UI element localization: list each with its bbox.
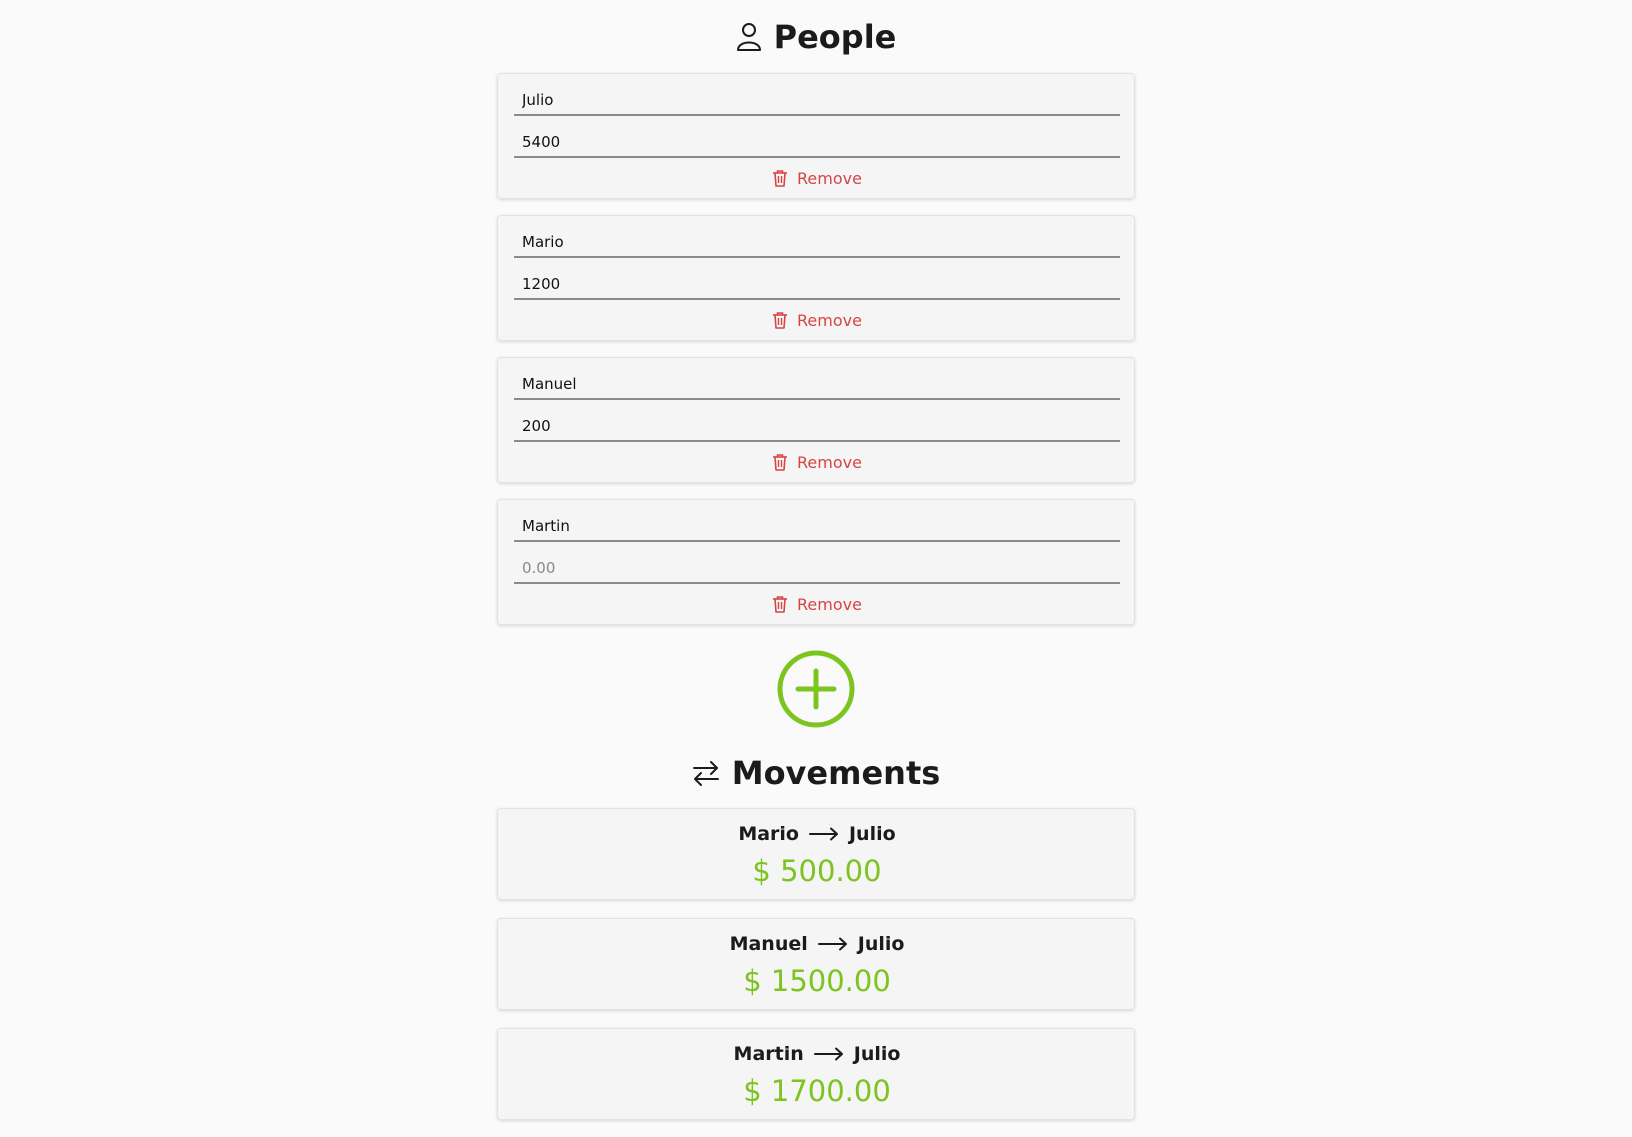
swap-arrows-icon [692,759,720,787]
person-amount-field[interactable] [514,554,1120,584]
person-amount-input[interactable] [514,554,1120,582]
person-name-field[interactable] [514,512,1120,542]
movement-amount: $ 1700.00 [743,1074,891,1108]
movement-from: Mario [738,823,799,845]
trash-icon [772,453,788,471]
person-amount-input[interactable] [514,128,1120,156]
remove-person-button[interactable]: Remove [498,451,1136,473]
movement-to: Julio [853,1043,901,1065]
person-name-field[interactable] [514,86,1120,116]
trash-icon [772,311,788,329]
remove-label: Remove [797,168,862,188]
person-amount-input[interactable] [514,412,1120,440]
people-title: People [773,18,897,56]
person-amount-field[interactable] [514,412,1120,442]
trash-icon [772,595,788,613]
movement-amount: $ 1500.00 [743,964,891,998]
movement-amount: $ 500.00 [752,854,882,888]
movement-parties: Martin Julio [498,1041,1136,1067]
person-amount-input[interactable] [514,270,1120,298]
movement-card: Manuel Julio $ 1500.00 [497,918,1135,1010]
movement-card: Mario Julio $ 500.00 [497,808,1135,900]
person-name-field[interactable] [514,228,1120,258]
person-amount-field[interactable] [514,128,1120,158]
movement-from: Martin [733,1043,804,1065]
plus-circle-icon [777,650,855,728]
person-card: Remove [497,357,1135,483]
movement-parties: Manuel Julio [498,931,1136,957]
person-name-input[interactable] [514,512,1120,540]
movement-from: Manuel [729,933,808,955]
people-header: People [0,15,1632,59]
movement-to: Julio [857,933,905,955]
trash-icon [772,169,788,187]
remove-person-button[interactable]: Remove [498,309,1136,331]
person-name-input[interactable] [514,370,1120,398]
movement-card: Martin Julio $ 1700.00 [497,1028,1135,1120]
remove-person-button[interactable]: Remove [498,593,1136,615]
person-name-input[interactable] [514,228,1120,256]
person-name-field[interactable] [514,370,1120,400]
remove-label: Remove [797,452,862,472]
person-card: Remove [497,215,1135,341]
movements-header: Movements [0,751,1632,795]
movement-parties: Mario Julio [498,821,1136,847]
movement-to: Julio [848,823,896,845]
person-card: Remove [497,499,1135,625]
movements-title: Movements [731,754,941,792]
remove-person-button[interactable]: Remove [498,167,1136,189]
person-name-input[interactable] [514,86,1120,114]
arrow-right-icon [808,827,839,841]
remove-label: Remove [797,594,862,614]
person-card: Remove [497,73,1135,199]
arrow-right-icon [813,1047,844,1061]
remove-label: Remove [797,310,862,330]
person-icon [736,22,762,52]
person-amount-field[interactable] [514,270,1120,300]
arrow-right-icon [817,937,848,951]
add-person-button[interactable] [776,649,856,729]
